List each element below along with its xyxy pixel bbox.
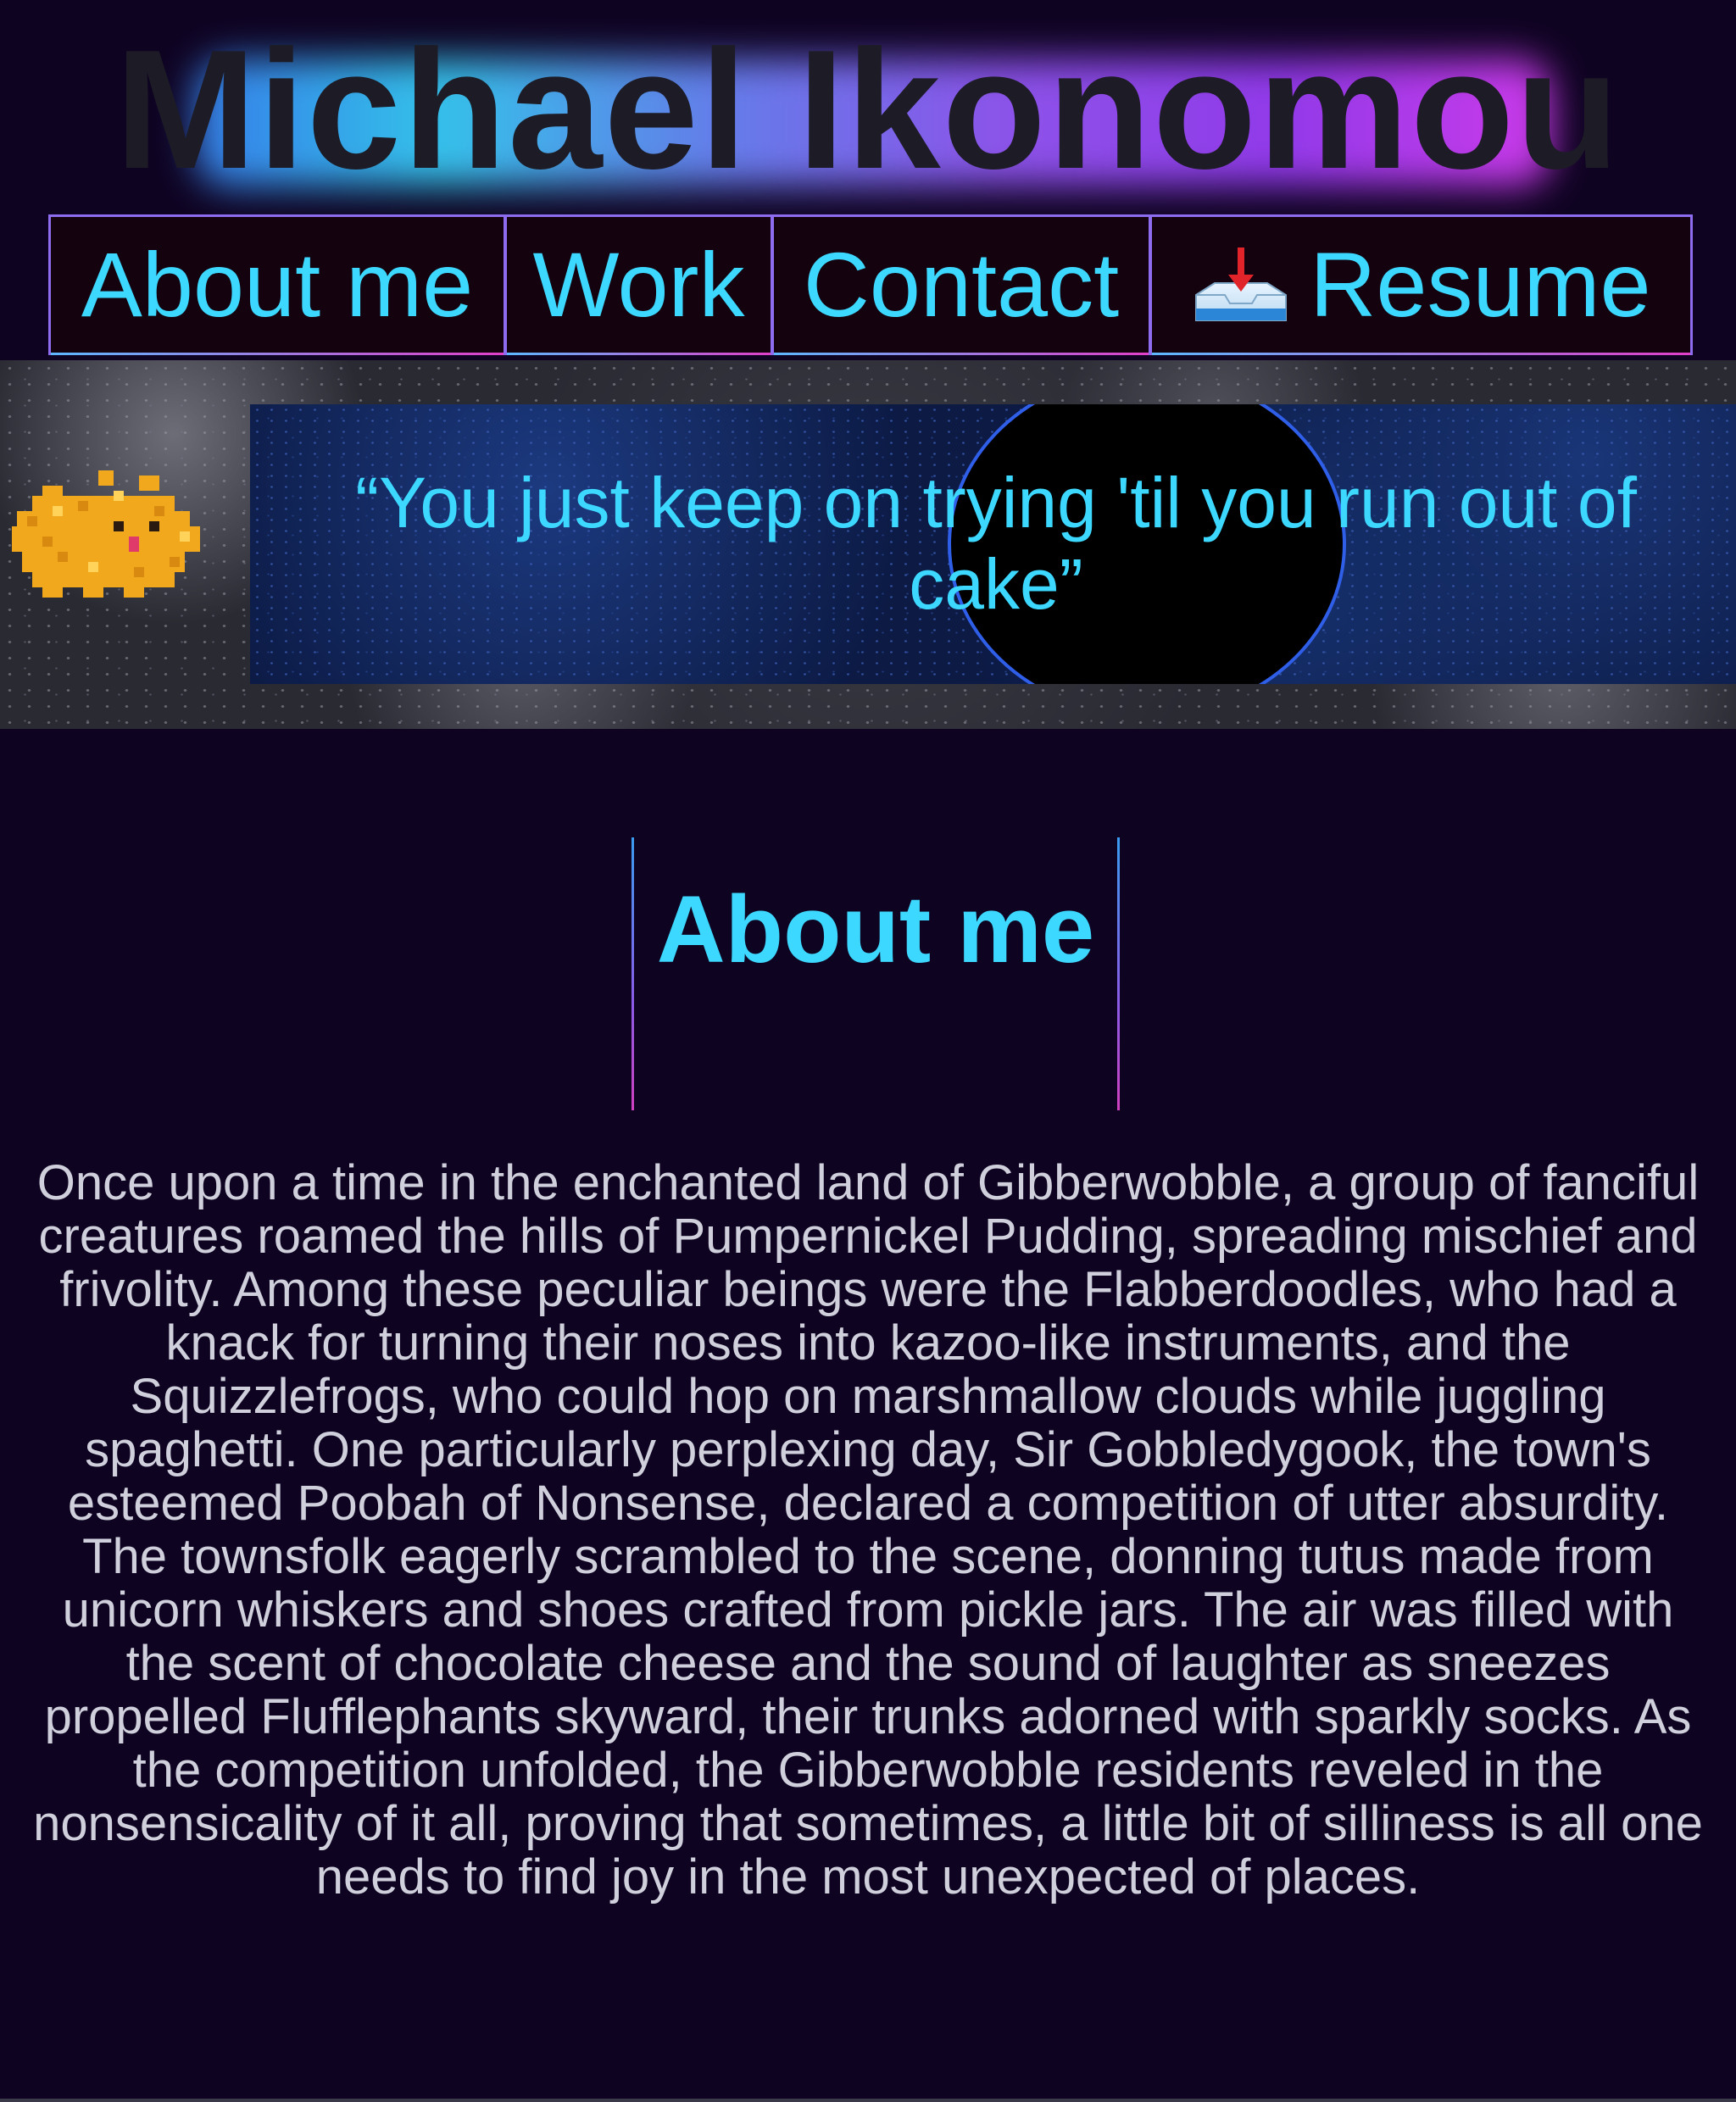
nav-contact-link[interactable]: Contact <box>774 217 1152 355</box>
bottom-divider <box>0 2099 1736 2102</box>
about-heading-box: About me <box>632 837 1120 1110</box>
about-body-text: Once upon a time in the enchanted land o… <box>33 1155 1703 1905</box>
quote-text: “You just keep on trying 'til you run ou… <box>355 463 1637 624</box>
nav-resume-link[interactable]: Resume <box>1152 217 1690 355</box>
nav-work-label: Work <box>532 233 745 336</box>
download-tray-icon <box>1191 242 1291 327</box>
nav-about-me-link[interactable]: About me <box>51 217 507 355</box>
nav-resume-label: Resume <box>1310 233 1651 336</box>
nav-about-me-label: About me <box>81 233 474 336</box>
quote-panel: “You just keep on trying 'til you run ou… <box>250 404 1736 684</box>
about-heading: About me <box>656 876 1095 982</box>
nav-contact-label: Contact <box>803 233 1120 336</box>
site-title: Michael Ikonomou <box>114 15 1622 204</box>
nav-work-link[interactable]: Work <box>507 217 774 355</box>
site-header: Michael Ikonomou <box>0 25 1736 195</box>
main-nav: About me Work Contact Resume <box>48 214 1693 355</box>
pixel-pet-icon[interactable] <box>12 470 200 598</box>
quote-banner: “You just keep on trying 'til you run ou… <box>0 360 1736 729</box>
